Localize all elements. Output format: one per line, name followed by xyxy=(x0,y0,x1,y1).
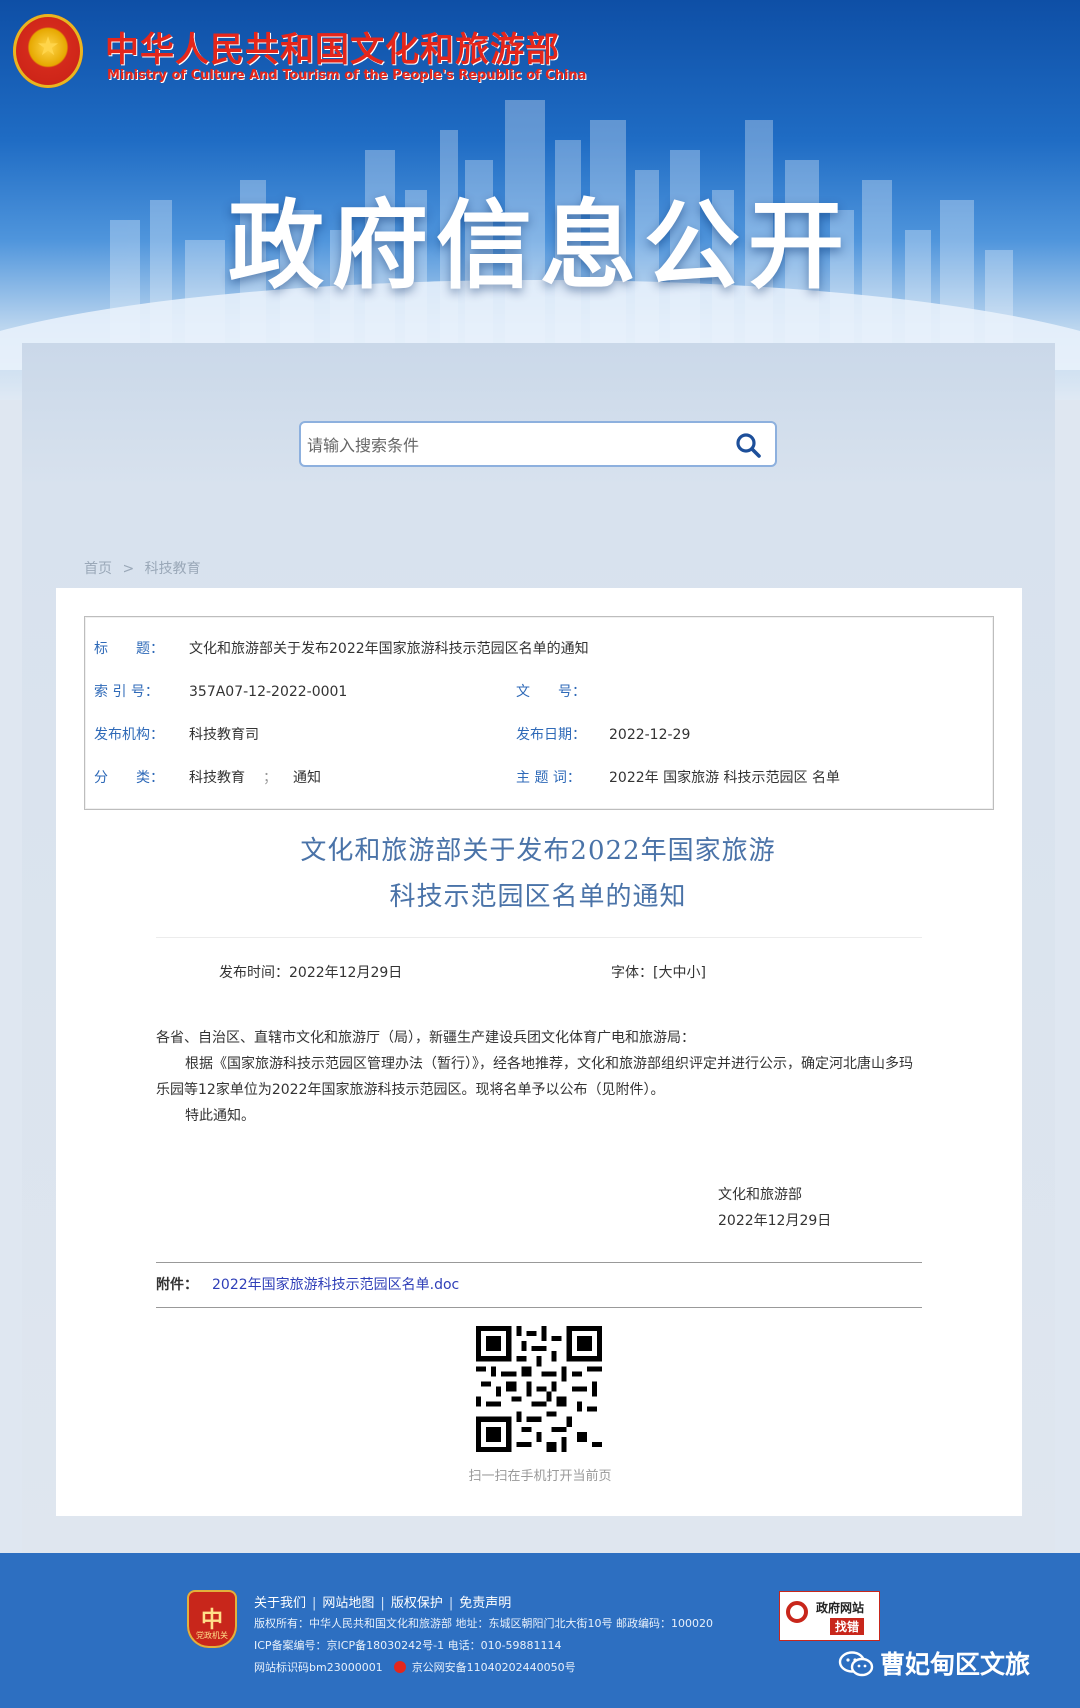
divider xyxy=(156,937,922,938)
wechat-icon xyxy=(838,1651,874,1677)
document-meta-table: 标 题： 文化和旅游部关于发布2022年国家旅游科技示范园区名单的通知 索 引 … xyxy=(84,616,994,810)
ministry-name-cn: 中华人民共和国文化和旅游部 xyxy=(105,30,560,70)
publish-time: 发布时间：2022年12月29日 xyxy=(219,965,403,981)
footer-links: 关于我们 | 网站地图 | 版权保护 | 免责声明 xyxy=(254,1596,512,1611)
meta-category-label: 分 类： xyxy=(94,770,164,786)
breadcrumb: 首页 > 科技教育 xyxy=(84,558,207,578)
divider xyxy=(156,1262,922,1263)
meta-keywords-label: 主 题 词： xyxy=(516,770,581,786)
meta-category-separator: ； xyxy=(263,770,277,786)
article-salutation: 各省、自治区、直辖市文化和旅游厅（局），新疆生产建设兵团文化体育广电和旅游局： xyxy=(156,1030,695,1046)
font-size-switcher[interactable]: 字体：[大中小] xyxy=(611,962,706,982)
magnifier-icon xyxy=(786,1601,808,1623)
meta-index-value: 357A07-12-2022-0001 xyxy=(189,684,348,700)
meta-title-value: 文化和旅游部关于发布2022年国家旅游科技示范园区名单的通知 xyxy=(189,641,589,657)
meta-date-label: 发布日期： xyxy=(516,727,586,743)
signer: 文化和旅游部 xyxy=(718,1187,802,1203)
article-title: 文化和旅游部关于发布2022年国家旅游 科技示范园区名单的通知 xyxy=(100,828,976,920)
meta-date-value: 2022-12-29 xyxy=(609,727,691,743)
breadcrumb-current[interactable]: 科技教育 xyxy=(145,561,201,577)
meta-keywords-value: 2022年 国家旅游 科技示范园区 名单 xyxy=(609,770,840,786)
wechat-watermark: 曹妃甸区文旅 xyxy=(838,1645,1030,1681)
breadcrumb-separator: > xyxy=(122,561,135,577)
article-title-line-2: 科技示范园区名单的通知 xyxy=(389,882,687,912)
footer-police-record[interactable]: 京公网安备11040202440050号 xyxy=(412,1661,576,1674)
footer-link-about[interactable]: 关于我们 xyxy=(254,1596,306,1611)
footer-link-copyright[interactable]: 版权保护 xyxy=(391,1596,443,1611)
meta-index-label: 索 引 号： xyxy=(94,684,159,700)
footer-site-id: 网站标识码bm23000001 xyxy=(254,1661,383,1674)
header-banner: ★ 中华人民共和国文化和旅游部 Ministry of Culture And … xyxy=(0,0,1080,400)
banner-title: 政府信息公开 xyxy=(228,190,852,302)
divider xyxy=(156,1307,922,1308)
article-closing: 特此通知。 xyxy=(185,1108,255,1124)
footer-link-disclaimer[interactable]: 免责声明 xyxy=(459,1596,511,1611)
meta-category-value-1: 科技教育 xyxy=(189,770,245,786)
attachment-row: 附件： 2022年国家旅游科技示范园区名单.doc xyxy=(156,1274,459,1294)
search-input[interactable] xyxy=(305,429,709,461)
article-paragraph: 根据《国家旅游科技示范园区管理办法（暂行）》，经各地推荐，文化和旅游部组织评定并… xyxy=(156,1056,913,1098)
breadcrumb-home[interactable]: 首页 xyxy=(84,561,112,577)
footer-icp[interactable]: ICP备案编号：京ICP备18030242号-1 电话：010-59881114 xyxy=(254,1637,562,1653)
meta-docno-label: 文 号： xyxy=(516,684,586,700)
footer-copyright: 版权所有：中华人民共和国文化和旅游部 地址：东城区朝阳门北大街10号 邮政编码：… xyxy=(254,1617,713,1630)
meta-title-label: 标 题： xyxy=(94,641,164,657)
search-icon[interactable] xyxy=(735,432,761,458)
party-government-badge-icon[interactable]: 中 党政机关 xyxy=(187,1590,237,1648)
ministry-name-en: Ministry of Culture And Tourism of the P… xyxy=(107,68,587,83)
search-box[interactable] xyxy=(299,421,777,467)
find-error-button[interactable]: 政府网站 找错 xyxy=(779,1591,880,1641)
footer-ids: 网站标识码bm23000001 京公网安备11040202440050号 xyxy=(254,1659,576,1675)
article-title-line-1: 文化和旅游部关于发布2022年国家旅游 xyxy=(300,836,776,866)
wechat-account-name: 曹妃甸区文旅 xyxy=(880,1650,1031,1679)
sign-date: 2022年12月29日 xyxy=(718,1213,832,1229)
qr-code-image xyxy=(476,1326,602,1452)
meta-category-value-2: 通知 xyxy=(293,770,321,786)
find-error-label-1: 政府网站 xyxy=(816,1601,865,1615)
badge-text: 党政机关 xyxy=(196,1631,228,1640)
meta-org-value: 科技教育司 xyxy=(189,727,259,743)
footer-link-sitemap[interactable]: 网站地图 xyxy=(322,1596,374,1611)
article-body: 各省、自治区、直辖市文化和旅游厅（局），新疆生产建设兵团文化体育广电和旅游局： … xyxy=(156,1025,924,1129)
police-badge-icon xyxy=(394,1661,407,1673)
find-error-label-2: 找错 xyxy=(830,1618,865,1635)
article-signature: 文化和旅游部 2022年12月29日 xyxy=(718,1182,831,1234)
meta-org-label: 发布机构： xyxy=(94,727,164,743)
attachment-link[interactable]: 2022年国家旅游科技示范园区名单.doc xyxy=(212,1277,459,1293)
national-emblem-icon: ★ xyxy=(13,14,83,88)
attachment-label: 附件： xyxy=(156,1277,198,1293)
qr-caption: 扫一扫在手机打开当前页 xyxy=(468,1469,612,1484)
